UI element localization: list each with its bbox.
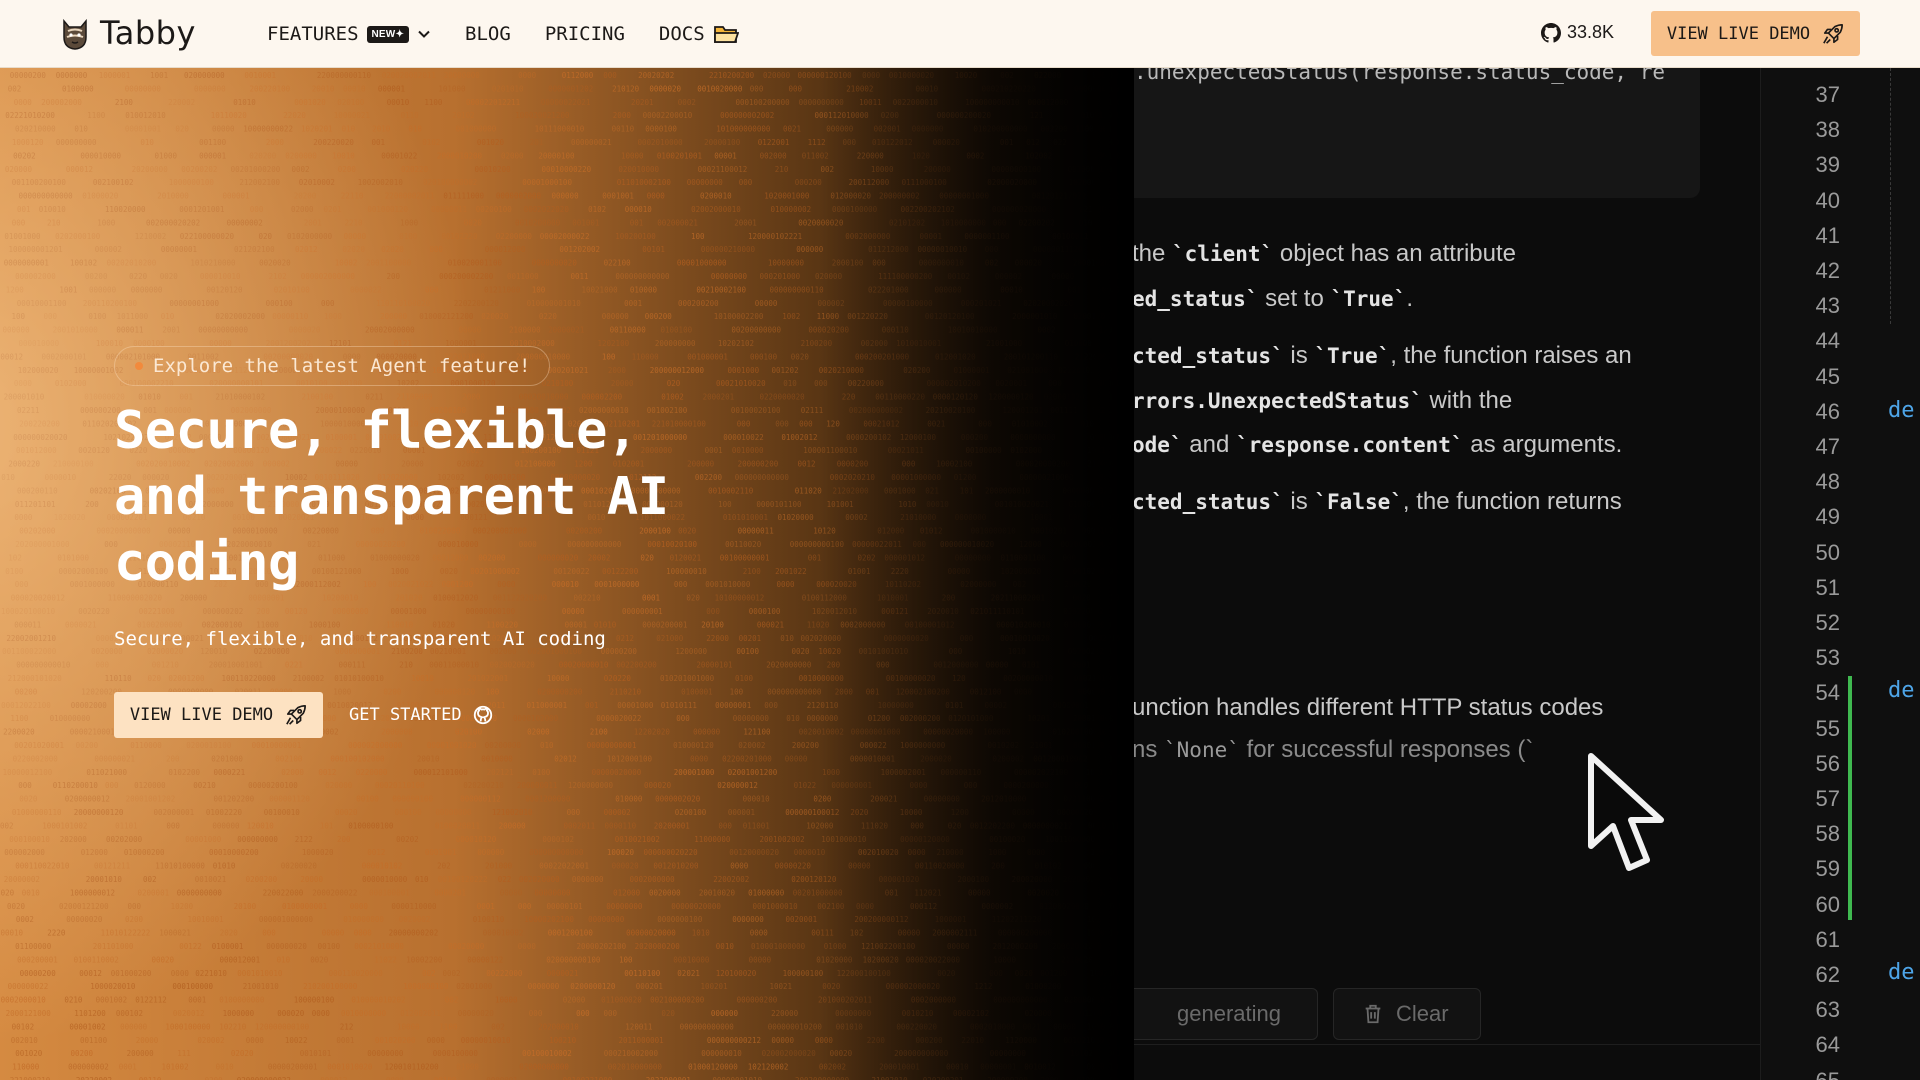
- headline-line: and transparent AI: [114, 467, 669, 527]
- headline-line: coding: [114, 533, 299, 593]
- chat-line: the `client` object has an attribute: [1132, 240, 1517, 267]
- hero-subheadline: Secure, flexible, and transparent AI cod…: [114, 628, 606, 650]
- rocket-icon: [1823, 23, 1844, 44]
- menu-item-features[interactable]: FEATURES NEW✦: [267, 23, 431, 45]
- get-started-label: GET STARTED: [349, 705, 462, 725]
- line-number: 54: [1815, 680, 1840, 706]
- line-number: 50: [1815, 539, 1840, 565]
- clear-button[interactable]: Clear: [1333, 988, 1481, 1040]
- code-block: [1060, 68, 1700, 198]
- headline-line: Secure, flexible,: [114, 401, 638, 461]
- line-number: 43: [1815, 293, 1840, 319]
- menu-item-blog[interactable]: BLOG: [465, 23, 511, 45]
- menu-item-docs[interactable]: DOCS: [659, 23, 739, 45]
- line-number: 37: [1815, 82, 1840, 107]
- line-number: 57: [1815, 786, 1840, 811]
- chat-line: ns `None` for successful responses (`: [1132, 736, 1534, 763]
- github-stars-count: 33.8K: [1567, 22, 1615, 42]
- menu-item-pricing[interactable]: PRICING: [545, 23, 625, 45]
- chat-line: ed_status` set to `True`.: [1132, 285, 1414, 312]
- code-token: de: [1888, 398, 1915, 423]
- top-navigation: Tabby FEATURES NEW✦ BLOG PRICING DOCS 33…: [0, 0, 1920, 68]
- line-number: 49: [1815, 504, 1840, 530]
- get-started-link[interactable]: GET STARTED: [349, 692, 494, 738]
- hero-fade: [820, 68, 1134, 1080]
- stop-generating-button[interactable]: generating: [1128, 988, 1318, 1040]
- code-line: .unexpectedStatus(response.status_code, …: [1134, 68, 1666, 84]
- view-live-demo-button[interactable]: VIEW LIVE DEMO: [1651, 11, 1860, 56]
- line-number: 62: [1815, 962, 1840, 987]
- main-menu: FEATURES NEW✦ BLOG PRICING DOCS: [267, 0, 739, 68]
- line-number: 55: [1815, 715, 1840, 741]
- stop-generating-label: generating: [1177, 1001, 1281, 1026]
- git-diff-added-marker: [1848, 676, 1852, 920]
- menu-item-features-label: FEATURES: [267, 23, 359, 45]
- minimap-scroll[interactable]: [1890, 68, 1920, 324]
- hero-view-live-demo-label: VIEW LIVE DEMO: [129, 705, 274, 725]
- line-number: 40: [1815, 187, 1840, 213]
- line-number: 65: [1790, 1068, 1840, 1080]
- line-number: 39: [1815, 152, 1840, 178]
- menu-item-docs-label: DOCS: [658, 23, 705, 45]
- github-icon: [473, 705, 492, 725]
- new-badge: NEW✦: [366, 25, 410, 43]
- line-number: 44: [1815, 328, 1840, 354]
- line-number: 56: [1815, 750, 1840, 776]
- chat-line: cted_status` is `False`, the function re…: [1132, 488, 1622, 515]
- line-number: 53: [1815, 645, 1840, 671]
- github-icon: [1541, 22, 1561, 43]
- chat-line: ode` and `response.content` as arguments…: [1132, 431, 1623, 458]
- chat-line: unction handles different HTTP status co…: [1132, 694, 1604, 721]
- code-token: de: [1888, 960, 1915, 985]
- brand-name: Tabby: [100, 14, 196, 52]
- code-token: de: [1888, 678, 1915, 703]
- line-number: 59: [1815, 856, 1840, 882]
- line-number: 61: [1815, 926, 1840, 952]
- line-number: 60: [1815, 891, 1840, 917]
- view-live-demo-label: VIEW LIVE DEMO: [1666, 23, 1811, 44]
- line-number: 45: [1815, 363, 1840, 389]
- line-number: 46: [1815, 398, 1840, 424]
- hero-headline: Secure, flexible, and transparent AI cod…: [114, 398, 814, 596]
- chevron-down-icon: [418, 30, 430, 38]
- trash-icon: [1365, 1004, 1381, 1024]
- line-number: 47: [1815, 434, 1840, 459]
- folder-icon: [713, 26, 739, 43]
- line-number: 58: [1815, 821, 1840, 847]
- line-number: 51: [1815, 574, 1840, 600]
- github-stars-link[interactable]: 33.8K: [1541, 22, 1614, 43]
- line-number: 63: [1815, 997, 1840, 1023]
- divider: [1110, 1044, 1760, 1045]
- rocket-icon: [286, 705, 307, 725]
- clear-label: Clear: [1396, 1001, 1449, 1026]
- announcement-dot: [135, 362, 143, 370]
- chat-line: rrors.UnexpectedStatus` with the: [1132, 387, 1513, 414]
- line-number: 48: [1815, 469, 1840, 495]
- announcement-text: Explore the latest Agent feature!: [153, 355, 531, 377]
- line-number: 42: [1815, 258, 1840, 283]
- line-number: 41: [1815, 222, 1840, 248]
- brand-logo-link[interactable]: Tabby: [60, 14, 196, 52]
- line-number: 64: [1815, 1032, 1840, 1058]
- tabby-cat-logo-icon: [63, 18, 87, 50]
- line-number: 38: [1815, 117, 1840, 143]
- agent-announcement-pill[interactable]: Explore the latest Agent feature!: [114, 346, 550, 386]
- hero-view-live-demo-button[interactable]: VIEW LIVE DEMO: [114, 692, 323, 738]
- mouse-cursor-icon: [1588, 753, 1664, 871]
- line-number: 52: [1815, 610, 1840, 635]
- chat-line: cted_status` is `True`, the function rai…: [1132, 342, 1632, 369]
